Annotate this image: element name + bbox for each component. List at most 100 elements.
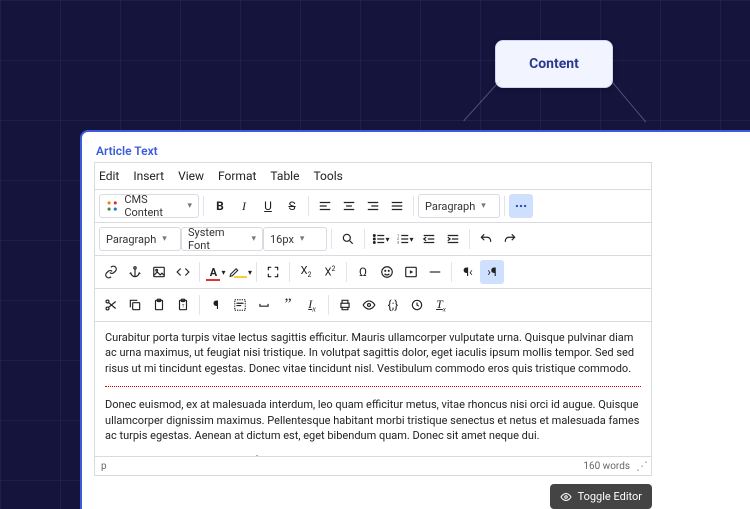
indent-button[interactable] — [441, 227, 465, 251]
clear-format-icon: Ix — [308, 297, 316, 313]
block-format-dropdown[interactable]: Paragraph ▾ — [418, 194, 500, 218]
paragraph-1: Curabitur porta turpis vitae lectus sagi… — [105, 330, 641, 376]
toggle-editor-button[interactable]: Toggle Editor — [550, 484, 652, 509]
emoji-button[interactable] — [375, 260, 399, 284]
align-justify-button[interactable] — [385, 194, 409, 218]
clipboard-icon — [152, 298, 166, 312]
printer-icon — [338, 298, 352, 312]
underline-button[interactable]: U — [256, 194, 280, 218]
image-icon — [152, 265, 166, 279]
footer-row: Toggle Editor — [94, 484, 652, 509]
italic-button[interactable]: I — [232, 194, 256, 218]
toolbar-row-2: Paragraph ▾ System Font ▾ 16px ▾ ▾ 123▾ — [94, 222, 652, 255]
hr-button[interactable] — [423, 260, 447, 284]
font-size-label: 16px — [270, 233, 294, 246]
anchor-button[interactable] — [123, 260, 147, 284]
strike-button[interactable]: S — [280, 194, 304, 218]
image-button[interactable] — [147, 260, 171, 284]
clear-format-button[interactable]: Ix — [300, 293, 324, 317]
chevron-down-icon: ▾ — [251, 234, 256, 244]
link-button[interactable] — [99, 260, 123, 284]
play-box-icon — [404, 265, 418, 279]
copy-button[interactable] — [123, 293, 147, 317]
datetime-button[interactable] — [405, 293, 429, 317]
toolbar-row-3: A▾ ▾ X2 X2 Ω ¶‹ ›¶ — [94, 255, 652, 288]
subscript-button[interactable]: X2 — [294, 260, 318, 284]
menu-view[interactable]: View — [178, 169, 204, 183]
callout-label: Content — [529, 56, 579, 72]
chevron-down-icon: ▾ — [481, 201, 486, 211]
pilcrow-icon: ¶ — [213, 298, 219, 312]
menu-edit[interactable]: Edit — [99, 169, 119, 183]
anchor-icon — [128, 265, 142, 279]
svg-text:T: T — [182, 303, 185, 308]
special-char-button[interactable]: Ω — [351, 260, 375, 284]
joomla-icon — [106, 199, 118, 213]
blocks-icon — [233, 298, 247, 312]
menu-table[interactable]: Table — [270, 169, 299, 183]
menu-insert[interactable]: Insert — [133, 169, 164, 183]
align-right-button[interactable] — [361, 194, 385, 218]
redo-button[interactable] — [498, 227, 522, 251]
field-label: Article Text — [96, 144, 750, 158]
editor-content[interactable]: Curabitur porta turpis vitae lectus sagi… — [94, 322, 652, 457]
read-more-divider — [105, 386, 641, 387]
nbsp-button[interactable] — [252, 293, 276, 317]
menu-tools[interactable]: Tools — [313, 169, 342, 183]
preview-button[interactable] — [357, 293, 381, 317]
font-family-label: System Font — [188, 226, 245, 252]
paragraph-2: Donec euismod, ex at malesuada interdum,… — [105, 397, 641, 443]
toggle-editor-label: Toggle Editor — [578, 490, 642, 503]
menubar: Edit Insert View Format Table Tools — [94, 162, 652, 189]
paragraph-style-dropdown[interactable]: Paragraph ▾ — [99, 227, 181, 251]
rtl-button[interactable]: ›¶ — [480, 260, 504, 284]
font-size-dropdown[interactable]: 16px ▾ — [263, 227, 327, 251]
paste-text-button[interactable]: T — [171, 293, 195, 317]
outdent-button[interactable] — [417, 227, 441, 251]
code-braces-icon: {;} — [388, 298, 399, 312]
find-replace-button[interactable] — [336, 227, 360, 251]
resize-handle[interactable]: ⋰ — [636, 459, 645, 473]
cut-button[interactable] — [99, 293, 123, 317]
superscript-button[interactable]: X2 — [318, 260, 342, 284]
undo-button[interactable] — [474, 227, 498, 251]
print-button[interactable] — [333, 293, 357, 317]
show-invisibles-button[interactable]: ¶ — [204, 293, 228, 317]
media-button[interactable] — [399, 260, 423, 284]
font-family-dropdown[interactable]: System Font ▾ — [181, 227, 263, 251]
blockquote-button[interactable]: ” — [276, 293, 300, 317]
chevron-down-icon: ▾ — [162, 234, 167, 244]
paragraph-style-label: Paragraph — [106, 233, 156, 246]
editor-statusbar: p 160 words ⋰ — [94, 457, 652, 476]
ltr-button[interactable]: ¶‹ — [456, 260, 480, 284]
quote-icon: ” — [284, 296, 291, 314]
link-icon — [104, 265, 118, 279]
omega-icon: Ω — [359, 265, 367, 279]
cms-content-dropdown[interactable]: CMS Content ▾ — [99, 194, 199, 218]
menu-format[interactable]: Format — [218, 169, 256, 183]
element-path[interactable]: p — [101, 461, 107, 472]
word-count[interactable]: 160 words — [583, 461, 630, 472]
svg-text:3: 3 — [398, 241, 400, 245]
bullet-list-button[interactable]: ▾ — [369, 227, 393, 251]
bold-button[interactable]: B — [208, 194, 232, 218]
paste-button[interactable] — [147, 293, 171, 317]
number-list-button[interactable]: 123▾ — [393, 227, 417, 251]
fullscreen-button[interactable] — [261, 260, 285, 284]
highlight-color-button[interactable]: ▾ — [228, 260, 252, 284]
align-center-button[interactable] — [337, 194, 361, 218]
more-toolbar-button[interactable] — [509, 194, 533, 218]
code-icon — [176, 265, 190, 279]
text-color-button[interactable]: A▾ — [204, 260, 228, 284]
remove-format-icon: Tx — [436, 297, 446, 313]
clock-icon — [410, 298, 424, 312]
codesample-button[interactable]: {;} — [381, 293, 405, 317]
remove-format-button[interactable]: Tx — [429, 293, 453, 317]
cms-content-label: CMS Content — [124, 193, 181, 219]
source-code-button[interactable] — [171, 260, 195, 284]
show-blocks-button[interactable] — [228, 293, 252, 317]
align-left-button[interactable] — [313, 194, 337, 218]
chevron-down-icon: ▾ — [187, 201, 192, 211]
expand-icon — [266, 265, 280, 279]
eye-icon — [362, 298, 376, 312]
